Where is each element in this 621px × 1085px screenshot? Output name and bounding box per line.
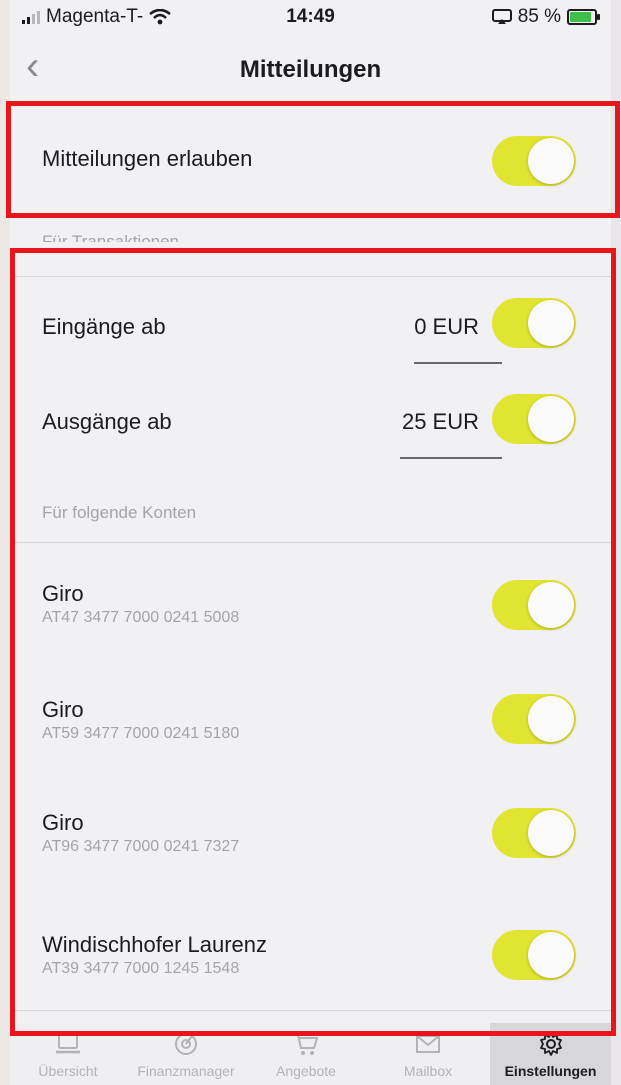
tab-label: Mailbox [403,1063,453,1079]
background-edge-left [0,0,10,1085]
outgoing-label: Ausgänge ab [42,409,172,434]
account-iban: AT96 3477 7000 0241 7327 [42,838,240,855]
outgoing-amount-underline [400,457,502,459]
incoming-toggle[interactable] [492,298,576,348]
allow-notifications-label: Mitteilungen erlauben [42,146,253,171]
toggle-knob [528,138,574,184]
account-toggle[interactable] [492,580,576,630]
navigation-bar: ‹ Mitteilungen [10,36,611,102]
account-iban: AT39 3477 7000 1245 1548 [42,960,240,977]
tab-einstellungen[interactable]: Einstellungen [490,1023,611,1085]
chart-circle-icon [175,1033,197,1055]
account-name: Giro [42,697,84,722]
status-bar: Magenta-T- 14:49 85 % [10,0,611,36]
toggle-knob [528,810,574,856]
account-toggle[interactable] [492,808,576,858]
account-name: Windischhofer Laurenz [42,932,268,957]
allow-notifications-row: Mitteilungen erlauben [10,110,611,214]
toggle-knob [528,582,574,628]
tab-label: Finanzmanager [137,1063,235,1079]
account-name: Giro [42,810,84,835]
tab-label: Angebote [276,1063,336,1079]
gear-icon [539,1032,562,1056]
outgoing-row: Ausgänge ab 25 EUR [10,369,611,469]
page-title: Mitteilungen [239,56,382,83]
status-right: 85 % [491,6,600,28]
envelope-icon [416,1035,440,1053]
battery-percentage: 85 % [517,6,561,27]
tab-bar: Übersicht Finanzmanager Angebote Mailbox… [10,1023,611,1085]
account-row: Giro AT59 3477 7000 0241 5180 [10,663,611,778]
cart-icon [294,1034,319,1055]
tab-angebote[interactable]: Angebote [246,1023,366,1085]
accounts-section-header: Für folgende Konten [42,503,197,522]
account-row: Windischhofer Laurenz AT39 3477 7000 124… [10,888,611,1008]
toggle-knob [528,932,574,978]
toggle-knob [528,396,574,442]
account-iban: AT59 3477 7000 0241 5180 [42,725,240,742]
background-edge-right [611,0,621,1085]
account-name: Giro [42,581,84,606]
incoming-amount-input[interactable]: 0 EUR [414,314,479,340]
account-row: Giro AT47 3477 7000 0241 5008 [10,543,611,663]
incoming-label: Eingänge ab [42,314,166,339]
toggle-knob [528,300,574,346]
outgoing-toggle[interactable] [492,394,576,444]
divider [10,1010,611,1011]
battery-icon [567,9,600,25]
account-toggle[interactable] [492,694,576,744]
account-toggle[interactable] [492,930,576,980]
allow-notifications-toggle[interactable] [492,136,576,186]
tab-uebersicht[interactable]: Übersicht [10,1023,126,1085]
screen-mirror-icon [491,9,512,24]
tab-mailbox[interactable]: Mailbox [366,1023,490,1085]
laptop-icon [56,1033,80,1054]
toggle-knob [528,696,574,742]
incoming-amount-underline [414,362,502,364]
incoming-row: Eingänge ab 0 EUR [10,277,611,369]
tab-label: Einstellungen [504,1063,597,1079]
account-iban: AT47 3477 7000 0241 5008 [42,609,240,626]
tab-label: Übersicht [38,1063,98,1079]
outgoing-amount-input[interactable]: 25 EUR [402,409,479,435]
tab-finanzmanager[interactable]: Finanzmanager [126,1023,246,1085]
account-row: Giro AT96 3477 7000 0241 7327 [10,778,611,888]
